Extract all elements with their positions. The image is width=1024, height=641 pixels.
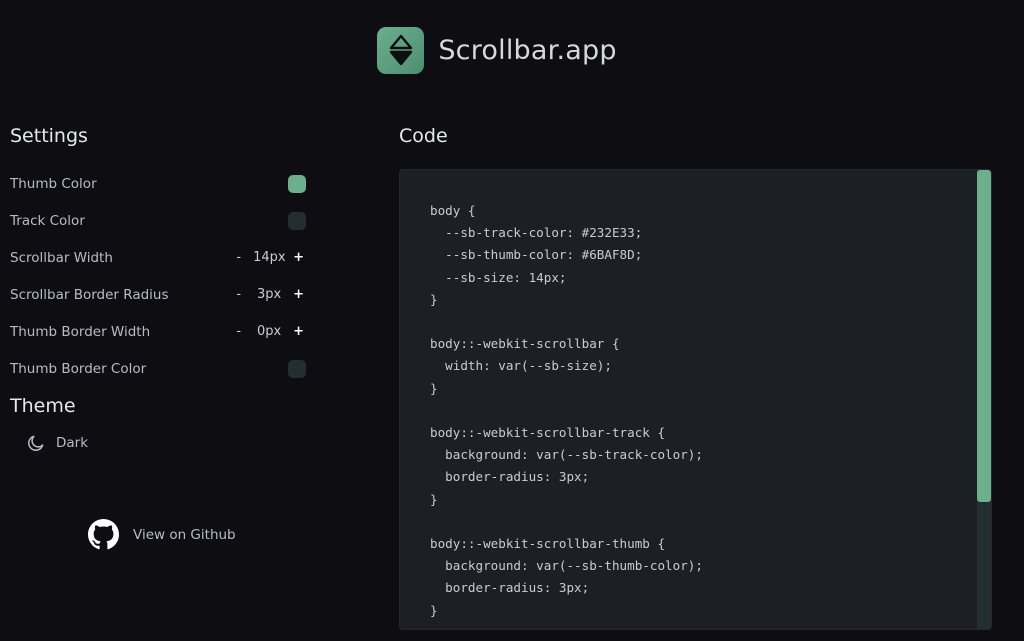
code-line: --sb-thumb-color: #6BAF8D; (430, 247, 643, 263)
thumb-color-label: Thumb Color (10, 175, 97, 192)
thumb-border-color-row: Thumb Border Color (10, 350, 310, 387)
code-line: body::-webkit-scrollbar-thumb { (430, 536, 666, 552)
thumb-border-color-swatch[interactable] (288, 359, 306, 378)
code-title: Code (399, 125, 448, 147)
code-line: --sb-size: 14px; (430, 269, 567, 285)
thumb-color-swatch[interactable] (288, 174, 306, 193)
github-link[interactable]: View on Github (88, 519, 236, 550)
scrollbar-border-radius-row: Scrollbar Border Radius - 3px + (10, 276, 310, 313)
thumb-border-width-label: Thumb Border Width (10, 323, 151, 340)
code-line: } (430, 291, 438, 307)
scrollbar-border-radius-increment-button[interactable]: + (293, 287, 304, 302)
code-line: border-radius: 3px; (430, 469, 590, 485)
code-section: Code (399, 125, 448, 147)
scrollbar-width-increment-button[interactable]: + (293, 250, 304, 265)
track-color-swatch[interactable] (288, 211, 306, 230)
code-block[interactable]: body { --sb-track-color: #232E33; --sb-t… (399, 169, 992, 630)
thumb-border-width-row: Thumb Border Width - 0px + (10, 313, 310, 350)
scrollbar-border-radius-value: 3px (256, 287, 282, 302)
theme-value: Dark (56, 435, 89, 451)
code-line: } (430, 491, 438, 507)
track-color-row: Track Color (10, 202, 310, 239)
scrollbar-width-row: Scrollbar Width - 14px + (10, 239, 310, 276)
scrollbar-width-value: 14px (253, 250, 286, 265)
settings-title: Settings (10, 125, 88, 147)
theme-toggle[interactable]: Dark (26, 433, 310, 453)
code-line: --sb-track-color: #232E33; (430, 225, 643, 241)
code-line: border-radius: 3px; (430, 580, 590, 596)
code-scrollbar-thumb[interactable] (977, 170, 991, 502)
scrollbar-border-radius-label: Scrollbar Border Radius (10, 286, 169, 303)
code-line: body::-webkit-scrollbar-track { (430, 425, 666, 441)
settings-panel: Settings Thumb Color Track Color Scrollb… (10, 125, 310, 453)
code-content[interactable]: body { --sb-track-color: #232E33; --sb-t… (430, 200, 703, 622)
scrollbar-width-label: Scrollbar Width (10, 249, 113, 266)
thumb-border-width-decrement-button[interactable]: - (236, 324, 241, 339)
code-line: background: var(--sb-thumb-color); (430, 558, 703, 574)
code-line: } (430, 380, 438, 396)
thumb-border-color-label: Thumb Border Color (10, 360, 147, 377)
settings-rows: Thumb Color Track Color Scrollbar Width … (10, 165, 310, 387)
thumb-border-width-value: 0px (256, 324, 282, 339)
scrollbar-width-decrement-button[interactable]: - (236, 250, 241, 265)
code-line: } (430, 602, 438, 618)
thumb-border-width-increment-button[interactable]: + (293, 324, 304, 339)
github-link-label: View on Github (133, 526, 236, 543)
code-line: width: var(--sb-size); (430, 358, 612, 374)
thumb-color-row: Thumb Color (10, 165, 310, 202)
theme-title: Theme (10, 395, 76, 417)
track-color-label: Track Color (10, 212, 85, 229)
moon-icon (28, 435, 44, 451)
app-header: Scrollbar.app (0, 0, 1024, 100)
scrollbar-width-stepper: - 14px + (236, 250, 304, 265)
code-line: background: var(--sb-track-color); (430, 447, 703, 463)
code-line: body { (430, 203, 476, 218)
scrollbar-border-radius-decrement-button[interactable]: - (236, 287, 241, 302)
scrollbar-border-radius-stepper: - 3px + (236, 287, 304, 302)
up-down-arrow-icon (389, 34, 413, 66)
thumb-border-width-stepper: - 0px + (236, 324, 304, 339)
github-icon (88, 519, 119, 550)
code-line: body::-webkit-scrollbar { (430, 336, 620, 352)
app-logo (377, 26, 425, 74)
app-title: Scrollbar.app (438, 34, 617, 66)
